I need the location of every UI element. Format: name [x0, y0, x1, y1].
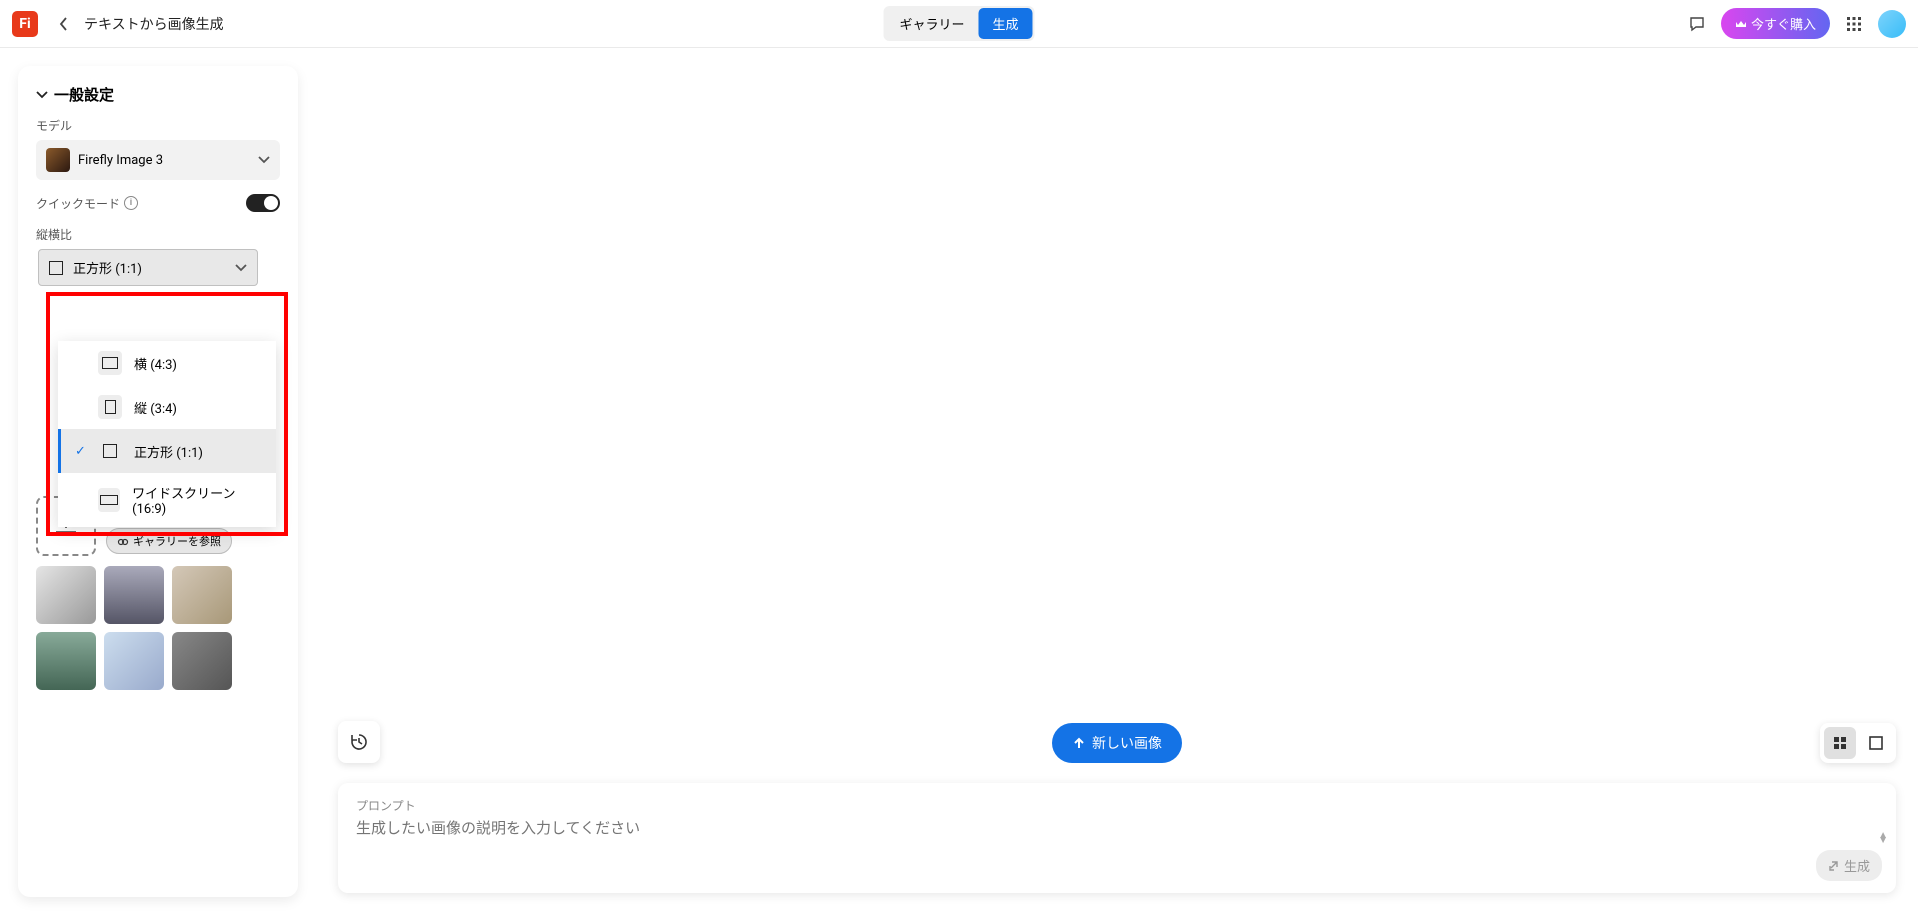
grid-icon [1832, 735, 1848, 751]
aspect-ratio-dropdown: 横 (4:3) 縦 (3:4) ✓ 正方形 (1:1) ワイドスクリーン (16… [58, 341, 276, 527]
single-view-button[interactable] [1860, 727, 1892, 759]
apps-icon[interactable] [1840, 10, 1868, 38]
buy-now-button[interactable]: 今すぐ購入 [1721, 8, 1830, 39]
aspect-option-3-4[interactable]: 縦 (3:4) [58, 385, 276, 429]
section-header-general[interactable]: 一般設定 [36, 84, 280, 105]
tab-gallery[interactable]: ギャラリー [885, 8, 978, 39]
check-icon: ✓ [75, 444, 86, 459]
widescreen-icon [100, 495, 118, 505]
history-button[interactable] [338, 721, 380, 763]
aspect-ratio-select[interactable]: 正方形 (1:1) [38, 249, 258, 286]
preset-thumb-2[interactable] [104, 566, 164, 624]
preset-thumb-5[interactable] [104, 632, 164, 690]
preset-thumb-6[interactable] [172, 632, 232, 690]
browse-gallery-button[interactable]: ギャラリーを参照 [106, 528, 232, 554]
portrait-icon [105, 400, 116, 414]
settings-sidebar: 一般設定 モデル Firefly Image 3 クイックモード i 縦横比 正… [18, 66, 298, 897]
crown-icon [1735, 18, 1747, 30]
preset-thumb-3[interactable] [172, 566, 232, 624]
aspect-ratio-label: 縦横比 [36, 226, 280, 243]
upload-icon [1072, 736, 1086, 750]
aspect-option-4-3[interactable]: 横 (4:3) [58, 341, 276, 385]
page-title: テキストから画像生成 [84, 14, 224, 34]
history-icon [349, 732, 369, 752]
comment-icon[interactable] [1683, 10, 1711, 38]
preset-thumb-4[interactable] [36, 632, 96, 690]
quick-mode-label: クイックモード i [36, 195, 138, 212]
generate-button[interactable]: 生成 [1816, 850, 1882, 881]
chevron-down-icon [235, 264, 247, 272]
square-icon [49, 261, 63, 275]
resize-handle[interactable]: ▲▼ [1878, 833, 1888, 843]
mode-tabs: ギャラリー 生成 [883, 6, 1034, 41]
model-thumbnail [46, 148, 70, 172]
user-avatar[interactable] [1878, 10, 1906, 38]
info-icon[interactable]: i [124, 196, 138, 210]
aspect-option-16-9[interactable]: ワイドスクリーン (16:9) [58, 473, 276, 527]
model-label: モデル [36, 117, 280, 134]
back-button[interactable] [52, 12, 76, 36]
tab-generate[interactable]: 生成 [979, 8, 1033, 39]
square-icon [1868, 735, 1884, 751]
chevron-down-icon [258, 156, 270, 164]
model-select[interactable]: Firefly Image 3 [36, 140, 280, 180]
app-logo[interactable]: Fi [12, 11, 38, 37]
header: Fi テキストから画像生成 ギャラリー 生成 今すぐ購入 [0, 0, 1918, 48]
prompt-box: プロンプト ▲▼ 生成 [338, 783, 1896, 893]
prompt-label: プロンプト [356, 797, 1878, 814]
new-image-button[interactable]: 新しい画像 [1052, 723, 1182, 763]
export-icon [1828, 860, 1840, 872]
landscape-icon [102, 357, 118, 369]
chevron-down-icon [36, 91, 48, 99]
preset-thumb-1[interactable] [36, 566, 96, 624]
grid-view-button[interactable] [1824, 727, 1856, 759]
quick-mode-toggle[interactable] [246, 194, 280, 212]
canvas-area: 新しい画像 プロンプト ▲▼ 生成 [316, 48, 1918, 915]
view-controls [1820, 723, 1896, 763]
aspect-option-1-1[interactable]: ✓ 正方形 (1:1) [58, 429, 276, 473]
binoculars-icon [117, 535, 129, 547]
square-icon [103, 444, 117, 458]
prompt-input[interactable] [356, 819, 1726, 837]
